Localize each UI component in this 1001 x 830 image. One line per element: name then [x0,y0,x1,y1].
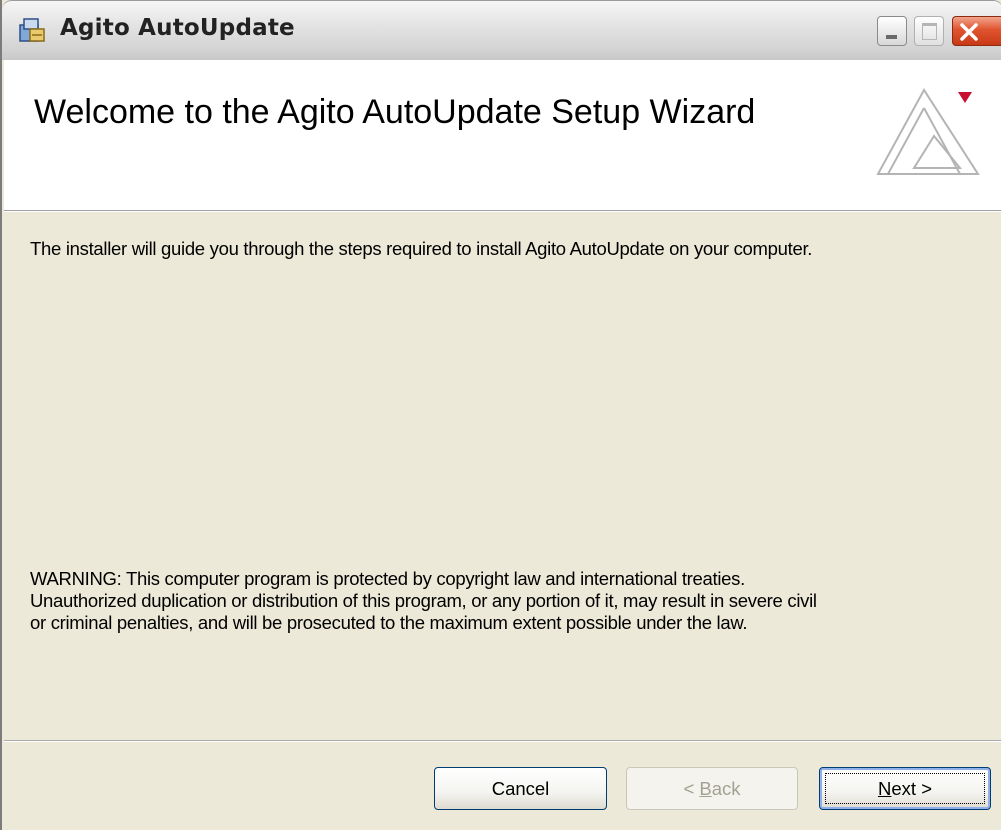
installer-icon [16,15,48,45]
cancel-button-label: Cancel [491,777,550,799]
focus-rectangle [825,773,985,804]
back-button[interactable]: < Back [626,767,798,810]
maximize-icon[interactable] [914,16,944,46]
agito-logo-icon [874,78,984,188]
close-icon[interactable] [952,16,1001,46]
minimize-icon[interactable] [877,16,907,46]
warning-line: or criminal penalties, and will be prose… [30,612,748,633]
copyright-warning: WARNING: This computer program is protec… [30,568,990,634]
back-button-label: < Back [683,777,741,799]
installer-window: Agito AutoUpdate Welcome to the Agito Au… [0,0,1001,830]
wizard-header: Welcome to the Agito AutoUpdate Setup Wi… [4,60,1001,211]
header-divider [4,211,1001,212]
next-button[interactable]: Next > [819,767,991,810]
footer-divider-highlight [4,741,1001,742]
warning-line: WARNING: This computer program is protec… [30,568,745,589]
warning-line: Unauthorized duplication or distribution… [30,590,817,611]
window-title: Agito AutoUpdate [60,15,295,41]
page-title: Welcome to the Agito AutoUpdate Setup Wi… [34,93,756,131]
cancel-button[interactable]: Cancel [434,767,607,810]
intro-text: The installer will guide you through the… [30,238,813,259]
title-bar[interactable]: Agito AutoUpdate [2,0,1001,60]
